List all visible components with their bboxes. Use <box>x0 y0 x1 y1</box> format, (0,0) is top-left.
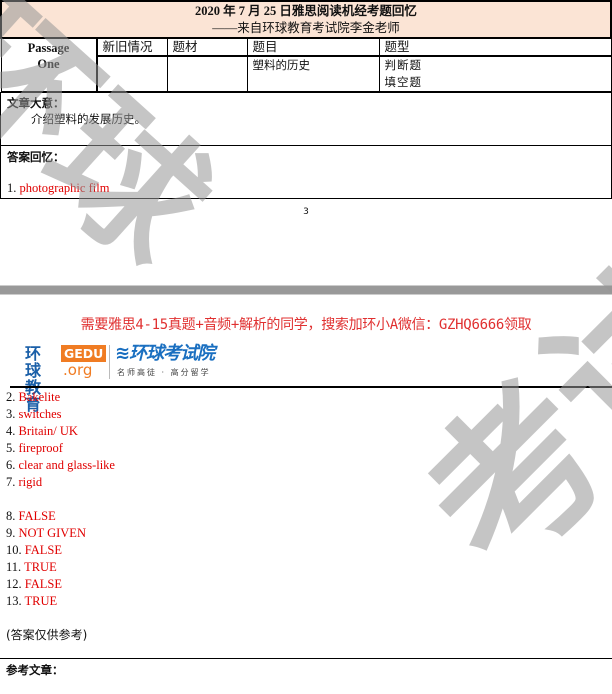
answer-item: 5. fireproof <box>0 440 612 457</box>
answer-item: 13. TRUE <box>0 593 612 610</box>
summary-label: 文章大意： <box>7 96 65 110</box>
answer-text: fireproof <box>18 441 63 455</box>
reference-article-label: 参考文章： <box>6 663 64 677</box>
document-page-3: 2020 年 7 月 25 日雅思阅读机经考题回忆 ——来自环球教育考试院李金老… <box>0 0 612 285</box>
answer-item: 1. photographic film <box>1 180 611 197</box>
answer-item <box>0 491 612 508</box>
answer-number: 12. <box>6 577 22 591</box>
summary-text: 介绍塑料的发展历史。 <box>31 112 146 126</box>
cell-status <box>95 55 168 92</box>
answer-item: 8. FALSE <box>0 508 612 525</box>
column-header-type: 题型 <box>378 37 612 57</box>
passage-cell: Passage One <box>0 37 98 92</box>
page-separator <box>0 285 612 295</box>
answer-text: FALSE <box>24 543 63 557</box>
answer-number: 2. <box>6 390 16 404</box>
passage-label: Passage <box>27 41 70 55</box>
answer-text: photographic film <box>19 181 110 195</box>
question-type: 填空题 <box>384 75 422 89</box>
answers-recall-label: 答案回忆： <box>7 150 65 164</box>
document-title: 2020 年 7 月 25 日雅思阅读机经考题回忆 <box>195 4 417 18</box>
passage-number: One <box>37 57 60 71</box>
document-subtitle: ——来自环球教育考试院李金老师 <box>212 21 400 35</box>
cell-material <box>166 55 248 92</box>
answer-item: 12. FALSE <box>0 576 612 593</box>
answer-text: FALSE <box>18 509 56 523</box>
section-divider <box>0 658 612 659</box>
answer-text: Bakelite <box>18 390 61 404</box>
answer-number: 3. <box>6 407 16 421</box>
answer-number: 9. <box>6 526 16 540</box>
answer-text: rigid <box>18 475 43 489</box>
answers-disclaimer: (答案仅供参考) <box>6 628 88 642</box>
answer-text: FALSE <box>24 577 63 591</box>
summary-section: 文章大意： 介绍塑料的发展历史。 <box>0 92 612 146</box>
answer-number: 7. <box>6 475 16 489</box>
answer-number: 10. <box>6 543 22 557</box>
answer-number: 5. <box>6 441 16 455</box>
cell-topic: 塑料的历史 <box>246 55 380 92</box>
answer-text: TRUE <box>24 560 57 574</box>
answer-item: 10. FALSE <box>0 542 612 559</box>
column-header-material: 题材 <box>166 37 248 57</box>
column-header-status: 新旧情况 <box>95 37 168 57</box>
promo-banner: 需要雅思4-15真题+音频+解析的同学，搜索加环小A微信：GZHQ6666领取 <box>80 317 532 333</box>
table-title-cell: 2020 年 7 月 25 日雅思阅读机经考题回忆 ——来自环球教育考试院李金老… <box>0 0 612 39</box>
answer-item: 7. rigid <box>0 474 612 491</box>
answer-item: 2. Bakelite <box>0 389 612 406</box>
logo-cn-line1: 环球 <box>25 344 42 380</box>
answer-text: Britain/ UK <box>18 424 78 438</box>
question-type: 判断题 <box>384 58 422 72</box>
answer-number: 13. <box>6 594 22 608</box>
cell-question-types: 判断题 填空题 <box>378 55 612 92</box>
answer-text: TRUE <box>24 594 58 608</box>
answer-text: switches <box>18 407 62 421</box>
answer-number: 8. <box>6 509 16 523</box>
answer-text: NOT GIVEN <box>18 526 86 540</box>
answer-number: 6. <box>6 458 16 472</box>
answer-number: 4. <box>6 424 16 438</box>
logo-divider <box>109 345 110 379</box>
answer-item: 9. NOT GIVEN <box>0 525 612 542</box>
page-number: 3 <box>303 207 309 217</box>
logo-gedu-badge: GEDU <box>61 345 107 362</box>
answer-item: 4. Britain/ UK <box>0 423 612 440</box>
answers-recall-section: 答案回忆： 1. photographic film <box>0 145 612 199</box>
logo-brand-name: ≋环球考试院 <box>115 343 215 364</box>
answer-item: 6. clear and glass-like <box>0 457 612 474</box>
logo-org-text: .org <box>63 361 93 379</box>
answer-number: 1. <box>7 181 17 195</box>
header-rule <box>10 386 612 388</box>
answer-text: clear and glass-like <box>18 458 115 472</box>
answers-list: 2. Bakelite 3. switches 4. Britain/ UK 5. f… <box>0 389 612 610</box>
answer-item: 3. switches <box>0 406 612 423</box>
answer-number: 11. <box>6 560 22 574</box>
exam-info-table: 2020 年 7 月 25 日雅思阅读机经考题回忆 ——来自环球教育考试院李金老… <box>0 0 612 92</box>
answer-item: 11. TRUE <box>0 559 612 576</box>
column-header-topic: 题目 <box>246 37 380 57</box>
logo-slogan: 名师高徒 · 高分留学 <box>117 368 211 377</box>
